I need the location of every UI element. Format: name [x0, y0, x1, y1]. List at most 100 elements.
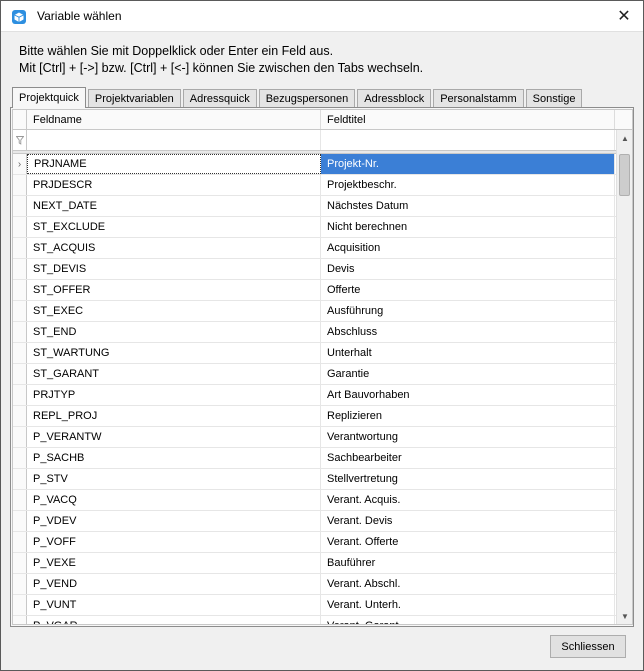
cell-feldname[interactable]: PRJNAME: [27, 154, 321, 174]
cell-feldtitel[interactable]: Bauführer: [321, 553, 615, 573]
tab-adressquick[interactable]: Adressquick: [182, 89, 257, 108]
cell-feldtitel[interactable]: Art Bauvorhaben: [321, 385, 615, 405]
table-row[interactable]: ST_WARTUNG Unterhalt: [13, 343, 616, 364]
table-row[interactable]: NEXT_DATE Nächstes Datum: [13, 196, 616, 217]
cell-feldname[interactable]: ST_WARTUNG: [27, 343, 321, 363]
cell-feldtitel[interactable]: Verant. Devis: [321, 511, 615, 531]
cell-feldname[interactable]: ST_OFFER: [27, 280, 321, 300]
row-indicator: [13, 427, 27, 447]
tab-projektquick[interactable]: Projektquick: [12, 87, 86, 108]
tab-strip: Projektquick Projektvariablen Adressquick B…: [12, 87, 584, 108]
table-row[interactable]: P_VGARVerant. Garant.: [13, 616, 616, 624]
cell-feldname[interactable]: P_VERANTW: [27, 427, 321, 447]
row-indicator: [13, 175, 27, 195]
table-row[interactable]: P_VERANTW Verantwortung: [13, 427, 616, 448]
scroll-thumb[interactable]: [619, 154, 630, 196]
cell-feldtitel[interactable]: Projekt-Nr.: [321, 154, 615, 174]
cell-feldtitel[interactable]: Verant. Acquis.: [321, 490, 615, 510]
schliessen-button[interactable]: Schliessen: [550, 635, 626, 658]
cell-feldname[interactable]: ST_EXEC: [27, 301, 321, 321]
cell-feldtitel[interactable]: Nicht berechnen: [321, 217, 615, 237]
cell-feldname[interactable]: ST_ACQUIS: [27, 238, 321, 258]
row-indicator: [13, 448, 27, 468]
row-indicator: [13, 385, 27, 405]
table-row[interactable]: P_VEND Verant. Abschl.: [13, 574, 616, 595]
tab-bezugspersonen[interactable]: Bezugspersonen: [258, 89, 356, 108]
filter-feldtitel-input[interactable]: [321, 130, 615, 150]
tab-sonstige[interactable]: Sonstige: [525, 89, 583, 108]
row-indicator: [13, 532, 27, 552]
row-indicator: [13, 280, 27, 300]
table-row[interactable]: P_VUNT Verant. Unterh.: [13, 595, 616, 616]
row-indicator: [13, 343, 27, 363]
cell-feldtitel[interactable]: Unterhalt: [321, 343, 615, 363]
cell-feldtitel[interactable]: Sachbearbeiter: [321, 448, 615, 468]
cell-feldname[interactable]: P_SACHB: [27, 448, 321, 468]
cell-feldname[interactable]: PRJDESCR: [27, 175, 321, 195]
cell-feldname[interactable]: P_VEND: [27, 574, 321, 594]
cell-feldname[interactable]: ST_GARANT: [27, 364, 321, 384]
cell-feldname[interactable]: ST_DEVIS: [27, 259, 321, 279]
table-row[interactable]: P_VDEV Verant. Devis: [13, 511, 616, 532]
cell-feldname[interactable]: NEXT_DATE: [27, 196, 321, 216]
table-row[interactable]: P_SACHB Sachbearbeiter: [13, 448, 616, 469]
row-indicator: [13, 364, 27, 384]
scroll-down-icon[interactable]: ▼: [617, 608, 632, 624]
column-header-feldtitel[interactable]: Feldtitel: [321, 110, 615, 129]
filter-feldname-input[interactable]: [27, 130, 321, 150]
cell-feldtitel[interactable]: Verantwortung: [321, 427, 615, 447]
cell-feldname[interactable]: P_VOFF: [27, 532, 321, 552]
cell-feldtitel[interactable]: Offerte: [321, 280, 615, 300]
table-row[interactable]: ST_EXCLUDE Nicht berechnen: [13, 217, 616, 238]
tab-personalstamm[interactable]: Personalstamm: [433, 89, 524, 108]
filter-icon: [13, 130, 27, 150]
table-row[interactable]: PRJDESCR Projektbeschr.: [13, 175, 616, 196]
cell-feldtitel[interactable]: Verant. Garant.: [321, 616, 615, 624]
cell-feldname[interactable]: ST_END: [27, 322, 321, 342]
table-row[interactable]: ST_ACQUIS Acquisition: [13, 238, 616, 259]
row-indicator: [13, 469, 27, 489]
vertical-scrollbar[interactable]: ▲ ▼: [616, 130, 632, 624]
table-row[interactable]: ST_EXEC Ausführung: [13, 301, 616, 322]
table-row[interactable]: P_VACQ Verant. Acquis.: [13, 490, 616, 511]
table-row[interactable]: ST_END Abschluss: [13, 322, 616, 343]
cell-feldname[interactable]: P_VACQ: [27, 490, 321, 510]
table-row[interactable]: ST_OFFER Offerte: [13, 280, 616, 301]
tab-adressblock[interactable]: Adressblock: [357, 89, 432, 108]
cell-feldtitel[interactable]: Projektbeschr.: [321, 175, 615, 195]
cell-feldtitel[interactable]: Replizieren: [321, 406, 615, 426]
table-row[interactable]: P_VOFF Verant. Offerte: [13, 532, 616, 553]
cell-feldname[interactable]: P_VGAR: [27, 616, 321, 624]
cell-feldtitel[interactable]: Verant. Abschl.: [321, 574, 615, 594]
cell-feldtitel[interactable]: Stellvertretung: [321, 469, 615, 489]
cell-feldtitel[interactable]: Verant. Unterh.: [321, 595, 615, 615]
cell-feldtitel[interactable]: Acquisition: [321, 238, 615, 258]
cell-feldtitel[interactable]: Abschluss: [321, 322, 615, 342]
cell-feldname[interactable]: PRJTYP: [27, 385, 321, 405]
title-bar: Variable wählen ✕: [1, 1, 643, 32]
cell-feldname[interactable]: P_VUNT: [27, 595, 321, 615]
table-row[interactable]: PRJTYP Art Bauvorhaben: [13, 385, 616, 406]
cell-feldtitel[interactable]: Devis: [321, 259, 615, 279]
cell-feldtitel[interactable]: Verant. Offerte: [321, 532, 615, 552]
tab-projektvariablen[interactable]: Projektvariablen: [87, 89, 181, 108]
cell-feldname[interactable]: P_STV: [27, 469, 321, 489]
cell-feldname[interactable]: ST_EXCLUDE: [27, 217, 321, 237]
cell-feldname[interactable]: REPL_PROJ: [27, 406, 321, 426]
cell-feldtitel[interactable]: Garantie: [321, 364, 615, 384]
table-row[interactable]: ST_DEVIS Devis: [13, 259, 616, 280]
row-indicator: [13, 616, 27, 624]
table-row[interactable]: › PRJNAME Projekt-Nr.: [13, 154, 616, 175]
table-row[interactable]: P_VEXE Bauführer: [13, 553, 616, 574]
cell-feldtitel[interactable]: Ausführung: [321, 301, 615, 321]
row-indicator: [13, 490, 27, 510]
table-row[interactable]: REPL_PROJ Replizieren: [13, 406, 616, 427]
close-window-icon[interactable]: ✕: [605, 1, 643, 31]
cell-feldname[interactable]: P_VEXE: [27, 553, 321, 573]
cell-feldtitel[interactable]: Nächstes Datum: [321, 196, 615, 216]
column-header-feldname[interactable]: Feldname: [27, 110, 321, 129]
table-row[interactable]: P_STV Stellvertretung: [13, 469, 616, 490]
scroll-up-icon[interactable]: ▲: [617, 130, 632, 146]
table-row[interactable]: ST_GARANT Garantie: [13, 364, 616, 385]
cell-feldname[interactable]: P_VDEV: [27, 511, 321, 531]
